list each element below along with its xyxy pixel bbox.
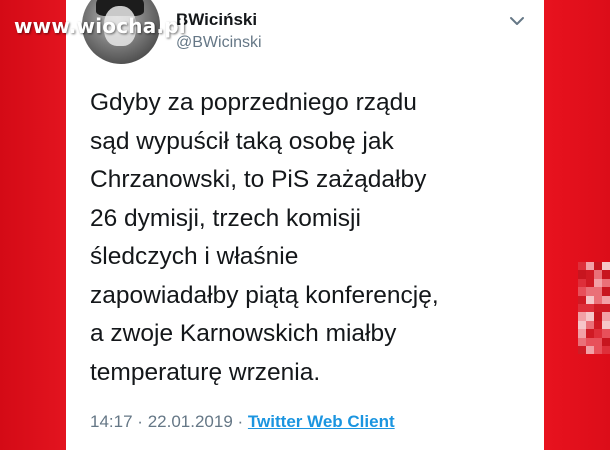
background-left-panel — [0, 0, 66, 450]
tweet-line: śledczych i właśnie — [90, 243, 299, 270]
pixel-cell — [586, 312, 594, 321]
site-watermark: www.wiocha.pl — [14, 14, 186, 38]
tweet-card: BWiciński @BWicinski Gdyby za poprzednie… — [66, 0, 544, 450]
tweet-line: Chrzanowski, to PiS zażądałby — [90, 166, 427, 193]
pixel-cell — [602, 303, 610, 313]
pixel-cell — [594, 262, 602, 271]
pixel-cell — [602, 278, 610, 288]
pixel-cell — [586, 329, 594, 338]
pixel-cell — [578, 345, 586, 355]
pixel-cell — [586, 320, 594, 330]
pixel-cell — [594, 345, 602, 355]
meta-separator: · — [137, 412, 143, 431]
pixel-cell — [578, 303, 586, 313]
pixel-cell — [578, 329, 586, 338]
pixel-cell — [594, 303, 602, 313]
pixel-cell — [586, 295, 594, 304]
pixel-cell — [594, 270, 602, 279]
tweet-line: Gdyby za poprzedniego rządu — [90, 89, 417, 116]
pixel-cell — [602, 337, 610, 346]
pixel-cell — [594, 329, 602, 338]
user-handle[interactable]: @BWicinski — [176, 34, 262, 52]
tweet-date[interactable]: 22.01.2019 — [148, 412, 233, 431]
pixel-cell — [594, 312, 602, 321]
tweet-line: 26 dymisji, trzech komisji — [90, 204, 361, 232]
pixel-cell — [578, 287, 586, 296]
chevron-down-icon[interactable] — [504, 8, 530, 34]
pixel-cell — [602, 312, 610, 321]
pixel-cell — [594, 287, 602, 296]
pixel-cell — [602, 295, 610, 304]
tweet-line: temperaturę wrzenia. — [90, 358, 321, 386]
pixel-cell — [602, 270, 610, 279]
pixel-cell — [586, 278, 594, 288]
pixel-cell — [586, 287, 594, 296]
pixel-cell — [594, 320, 602, 330]
pixel-cell — [586, 337, 594, 346]
pixelated-region — [578, 262, 610, 355]
pixel-cell — [578, 270, 586, 279]
tweet-line: a zwoje Karnowskich miałby — [90, 320, 397, 347]
pixel-cell — [602, 320, 610, 330]
tweet-text: Gdyby za poprzedniego rządu sąd wypuścił… — [90, 84, 530, 392]
pixel-cell — [602, 329, 610, 338]
pixel-cell — [578, 278, 586, 288]
meta-separator: · — [237, 412, 244, 431]
display-name[interactable]: BWiciński — [176, 10, 257, 30]
pixel-cell — [578, 295, 586, 304]
pixel-cell — [586, 262, 594, 271]
tweet-client-link[interactable]: Twitter Web Client — [248, 412, 395, 431]
pixel-cell — [586, 303, 594, 313]
pixel-cell — [586, 270, 594, 279]
pixel-cell — [594, 295, 602, 304]
pixel-cell — [602, 262, 610, 271]
pixel-cell — [594, 278, 602, 288]
pixel-cell — [578, 262, 586, 271]
background-right-panel — [544, 0, 610, 450]
tweet-time[interactable]: 14:17 — [90, 412, 133, 431]
pixel-cell — [578, 320, 586, 330]
pixel-cell — [578, 337, 586, 346]
pixel-cell — [586, 345, 594, 355]
pixel-cell — [602, 345, 610, 355]
tweet-line: zapowiadałby piątą konferencję, — [90, 281, 439, 309]
pixel-cell — [594, 337, 602, 346]
tweet-meta: 14:17 · 22.01.2019 · Twitter Web Client — [90, 412, 395, 432]
tweet-line: sąd wypuścił taką osobę jak — [90, 127, 394, 155]
pixel-cell — [578, 312, 586, 321]
pixel-cell — [602, 287, 610, 296]
